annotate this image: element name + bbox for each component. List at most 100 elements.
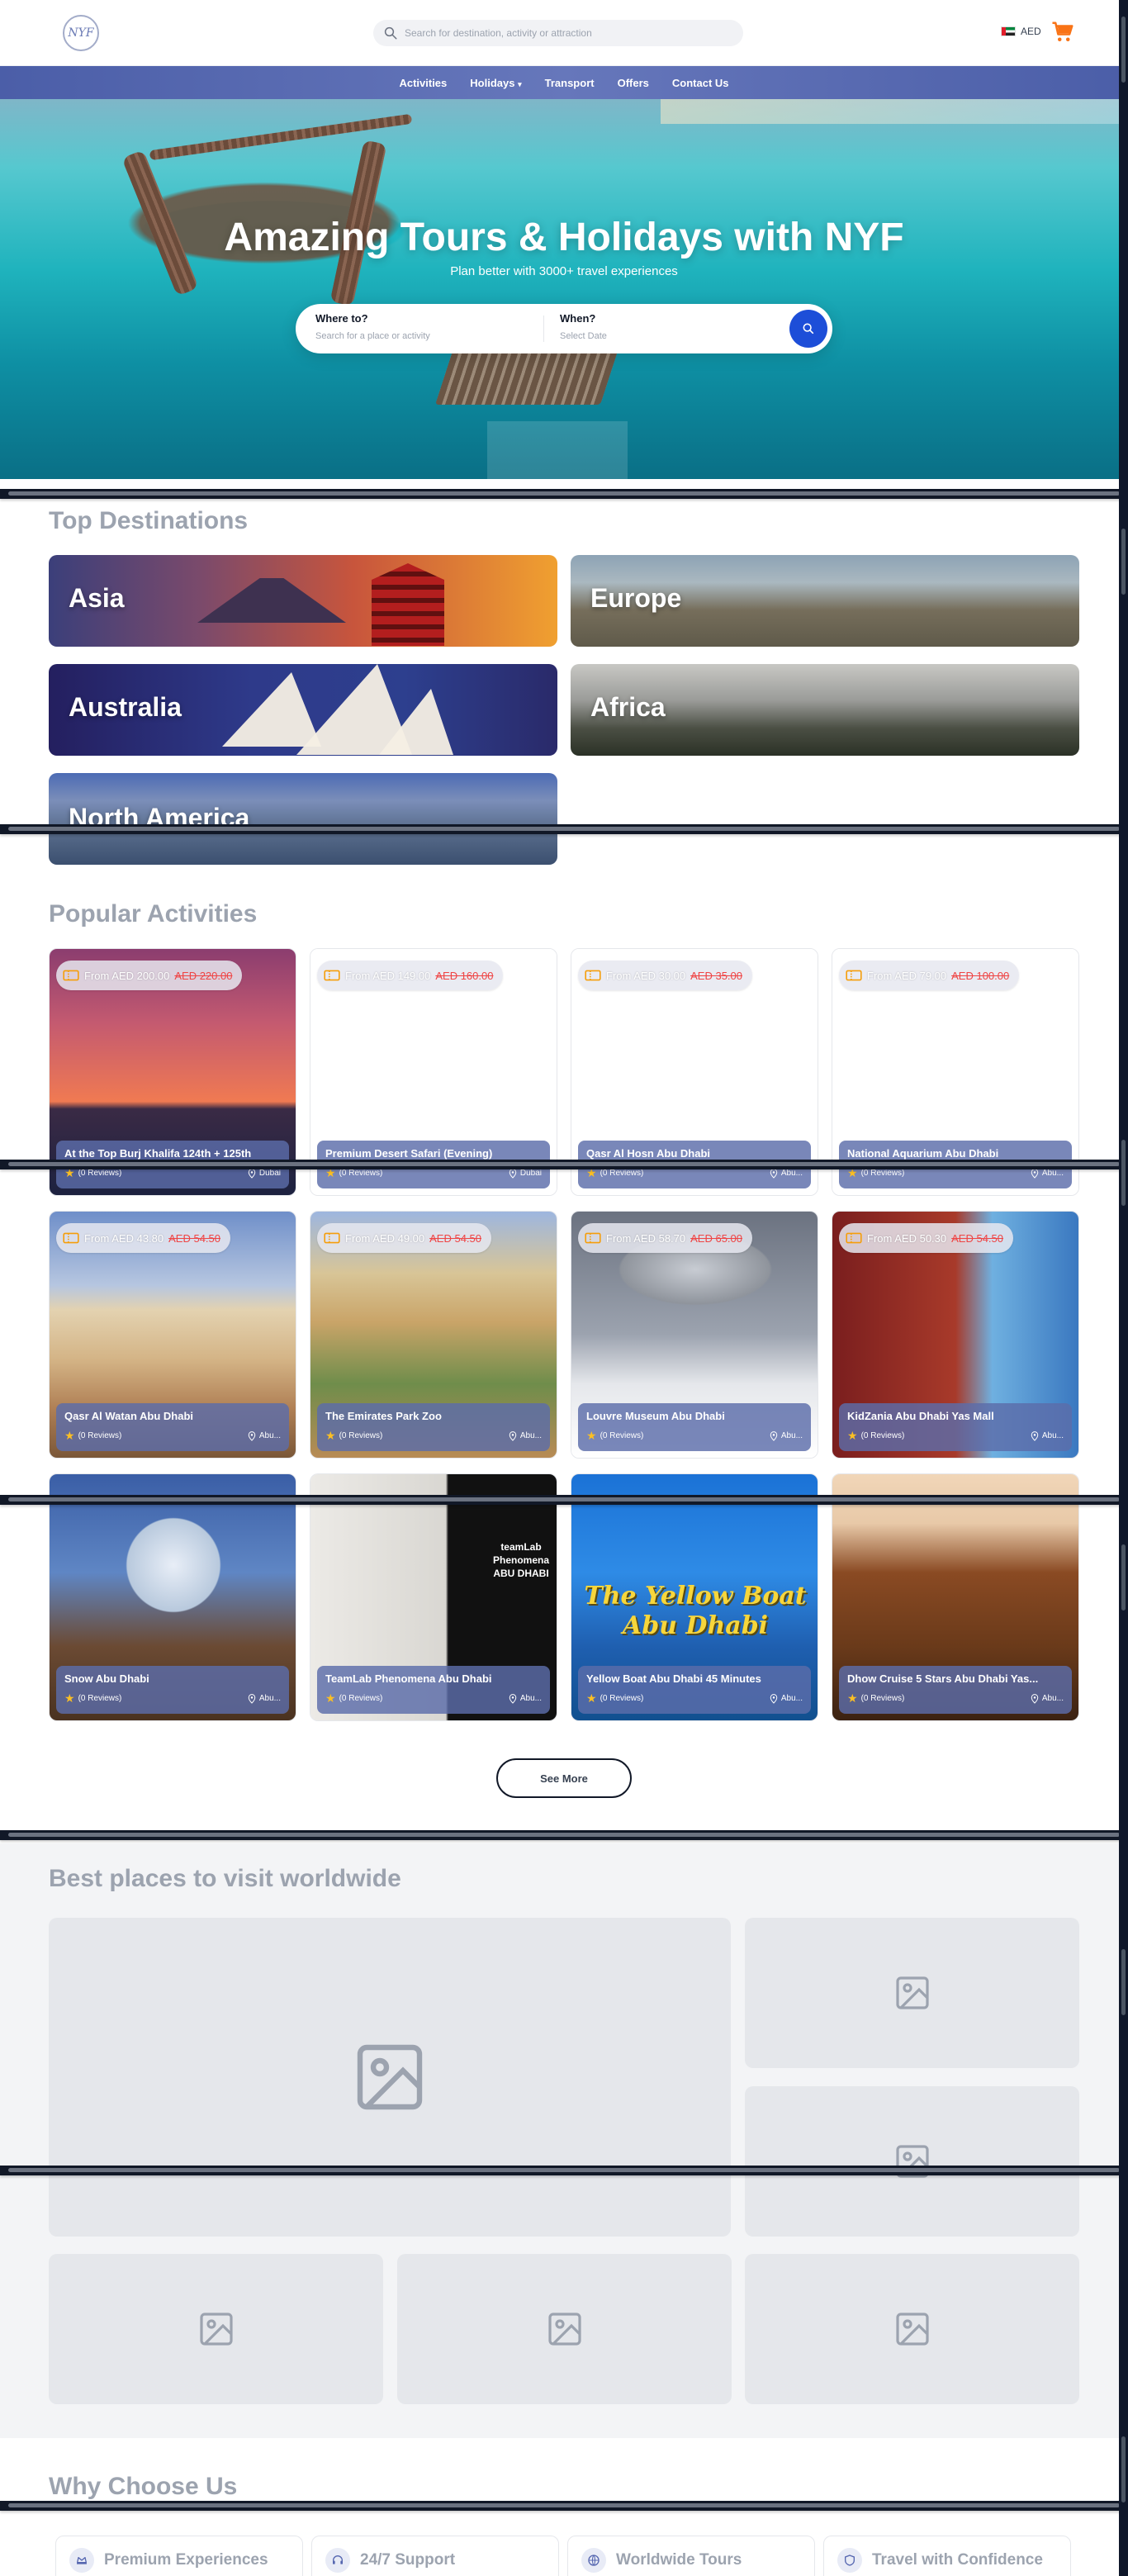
activity-card[interactable]: From AED 149.00 AED 160.00 Premium Desert … <box>310 948 557 1196</box>
scroll-thumb[interactable] <box>1121 17 1126 83</box>
activity-info: TeamLab Phenomena Abu Dhabi ★ (0 Reviews) A… <box>317 1666 550 1714</box>
nav-activities[interactable]: Activities <box>399 77 447 89</box>
destination-africa[interactable]: Africa <box>571 664 1079 756</box>
activity-card[interactable]: From AED 50.30 AED 54.50 KidZania Abu Dhab… <box>832 1211 1079 1459</box>
review-count: (0 Reviews) <box>78 1169 122 1178</box>
where-label: Where to? <box>315 312 368 325</box>
globe-icon <box>581 2548 606 2573</box>
price-original: AED 220.00 <box>174 969 233 982</box>
currency-selector[interactable]: AED <box>1001 26 1041 37</box>
map-pin-icon <box>509 1168 517 1179</box>
place-image-small[interactable] <box>49 2254 383 2404</box>
destination-australia[interactable]: Australia <box>49 664 557 756</box>
map-pin-icon <box>1031 1693 1039 1704</box>
activity-info: Qasr Al Watan Abu Dhabi ★ (0 Reviews) Abu..… <box>56 1403 289 1451</box>
global-search[interactable] <box>373 20 743 46</box>
nav-contact[interactable]: Contact Us <box>672 77 729 89</box>
activity-title: Dhow Cruise 5 Stars Abu Dhabi Yas... <box>847 1672 1039 1685</box>
nyf-logo[interactable]: NYF <box>63 15 99 51</box>
activity-title: Snow Abu Dhabi <box>64 1672 149 1685</box>
activity-card[interactable]: From AED 43.80 AED 54.50 Qasr Al Watan Abu… <box>49 1211 296 1459</box>
price-original: AED 65.00 <box>690 1231 742 1245</box>
activity-location: Abu... <box>1031 1430 1064 1441</box>
hero-villa-reflection <box>487 421 628 479</box>
nav-holidays[interactable]: Holidays ▾ <box>470 77 521 89</box>
activity-location: Dubai <box>248 1168 281 1179</box>
ticket-icon <box>63 1232 79 1244</box>
popular-activities-title: Popular Activities <box>49 900 258 927</box>
activity-title: Qasr Al Hosn Abu Dhabi <box>586 1147 710 1160</box>
scroll-thumb[interactable] <box>1121 1949 1126 2015</box>
activity-card[interactable]: From AED 49.00 AED 54.50 The Emirates Park… <box>310 1211 557 1459</box>
where-field[interactable]: Where to? Search for a place or activity <box>315 312 430 341</box>
review-count: (0 Reviews) <box>339 1169 383 1178</box>
nav-transport[interactable]: Transport <box>545 77 595 89</box>
review-count: (0 Reviews) <box>600 1694 644 1703</box>
price-from: From AED 79.00 <box>867 969 947 982</box>
vertical-scrollbar[interactable] <box>1119 0 1128 2576</box>
scroll-thumb[interactable] <box>1121 2436 1126 2502</box>
hero-search-button[interactable] <box>789 310 827 348</box>
place-image-large[interactable] <box>49 1918 731 2237</box>
activity-card[interactable]: From AED 200.00 AED 220.00 At the Top Burj… <box>49 948 296 1196</box>
feature-premium: Premium Experiences <box>55 2536 303 2576</box>
activity-location: Abu... <box>248 1430 281 1441</box>
activity-card[interactable]: Dhow Cruise 5 Stars Abu Dhabi Yas... ★ (0 … <box>832 1473 1079 1721</box>
hero-shoreline <box>661 99 1128 124</box>
destination-asia[interactable]: Asia <box>49 555 557 647</box>
destination-north-america[interactable]: North America <box>49 773 557 865</box>
horizontal-scrollbar[interactable] <box>0 2501 1128 2511</box>
scroll-thumb[interactable] <box>1121 1140 1126 1206</box>
price-badge: From AED 200.00 AED 220.00 <box>56 961 243 990</box>
horizontal-scrollbar[interactable] <box>0 1495 1128 1505</box>
activity-card[interactable]: teamLab Phenomena ABU DHABI TeamLab Pheno… <box>310 1473 557 1721</box>
feature-support: 24/7 Support <box>311 2536 559 2576</box>
review-count: (0 Reviews) <box>860 1694 905 1703</box>
activity-card[interactable]: The Yellow Boat Abu Dhabi Yellow Boat Abu… <box>571 1473 818 1721</box>
star-icon: ★ <box>64 1429 75 1442</box>
map-pin-icon <box>1031 1168 1039 1179</box>
ticket-icon <box>324 1232 340 1244</box>
scroll-thumb[interactable] <box>1121 529 1126 595</box>
cart-icon[interactable] <box>1050 20 1075 45</box>
activity-card[interactable]: From AED 79.00 AED 100.00 National Aquariu… <box>832 948 1079 1196</box>
nav-offers[interactable]: Offers <box>618 77 649 89</box>
when-field[interactable]: When? Select Date <box>560 312 607 341</box>
map-pin-icon <box>509 1693 517 1704</box>
global-search-input[interactable] <box>405 27 735 39</box>
image-placeholder-icon <box>199 2313 233 2346</box>
price-badge: From AED 58.70 AED 65.00 <box>578 1223 752 1253</box>
place-image-small[interactable] <box>745 1918 1079 2068</box>
feature-worldwide: Worldwide Tours <box>567 2536 815 2576</box>
image-placeholder-icon <box>357 2044 423 2110</box>
horizontal-scrollbar[interactable] <box>0 1160 1128 1169</box>
horizontal-scrollbar[interactable] <box>0 2166 1128 2175</box>
activity-location: Abu... <box>509 1693 542 1704</box>
star-icon: ★ <box>847 1691 858 1705</box>
map-pin-icon <box>1031 1430 1039 1441</box>
horizontal-scrollbar[interactable] <box>0 824 1128 834</box>
best-places-title: Best places to visit worldwide <box>49 1865 401 1892</box>
place-image-small[interactable] <box>745 2254 1079 2404</box>
activity-card[interactable]: From AED 58.70 AED 65.00 Louvre Museum Abu… <box>571 1211 818 1459</box>
activity-card[interactable]: Snow Abu Dhabi ★ (0 Reviews) Abu... <box>49 1473 296 1721</box>
place-image-small[interactable] <box>397 2254 732 2404</box>
price-badge: From AED 79.00 AED 100.00 <box>839 961 1020 990</box>
place-image-small[interactable] <box>745 2086 1079 2237</box>
ticket-icon <box>324 970 340 981</box>
review-count: (0 Reviews) <box>600 1169 644 1178</box>
price-from: From AED 30.00 <box>606 969 686 982</box>
search-icon <box>384 26 397 40</box>
horizontal-scrollbar[interactable] <box>0 489 1128 499</box>
see-more-button[interactable]: See More <box>496 1758 632 1798</box>
horizontal-scrollbar[interactable] <box>0 1830 1128 1840</box>
hero-title: Amazing Tours & Holidays with NYF <box>224 216 904 259</box>
nav-holidays-label: Holidays <box>470 76 515 89</box>
activity-title: Louvre Museum Abu Dhabi <box>586 1410 725 1422</box>
star-icon: ★ <box>586 1429 597 1442</box>
activity-location: Abu... <box>770 1430 803 1441</box>
scroll-thumb[interactable] <box>1121 1544 1126 1611</box>
when-placeholder: Select Date <box>560 331 607 341</box>
activity-card[interactable]: From AED 30.00 AED 35.00 Qasr Al Hosn Abu … <box>571 948 818 1196</box>
destination-europe[interactable]: Europe <box>571 555 1079 647</box>
